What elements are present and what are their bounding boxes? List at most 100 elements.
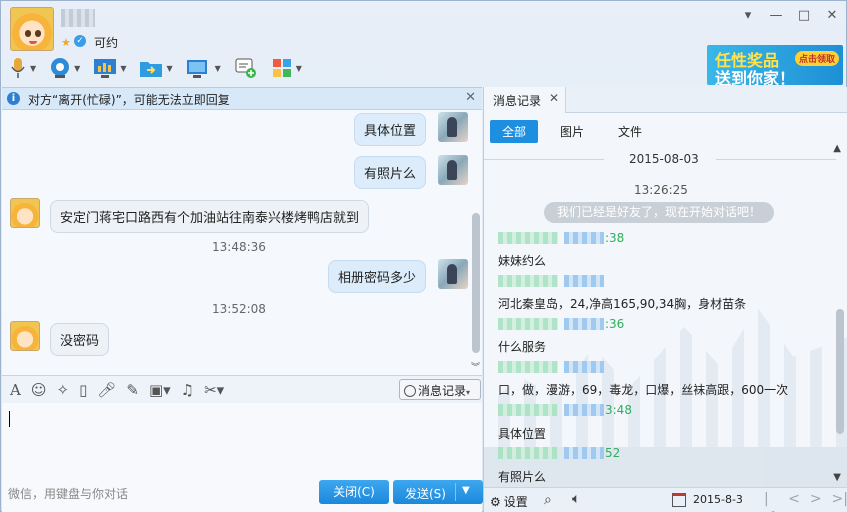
settings-label: 设置 [503,495,528,509]
my-avatar[interactable] [438,112,468,142]
close-notice-icon[interactable]: ✕ [465,90,476,105]
scroll-down-icon[interactable]: ︾ [471,360,480,373]
history-entry-meta: :36 [498,317,624,331]
chat-scrollbar[interactable] [472,213,480,353]
voice-call-button[interactable]: ▼ [9,57,36,79]
image-icon[interactable]: ▣▾ [149,381,171,399]
history-scrollbar[interactable] [836,309,844,434]
input-toolbar: A ☺ ✧ ▯ 🎤︎ ✎ ▣▾ ♫ ✂▾ 消息记录▾ [2,375,482,403]
contact-name-blurred [61,9,95,27]
history-entry-meta [498,360,604,374]
screen-share-button[interactable]: ▼ [186,57,221,79]
contact-avatar-small[interactable] [10,321,40,351]
scroll-down-icon[interactable]: ▼ [833,472,841,483]
history-button-label: 消息记录 [418,384,467,398]
message-timestamp: 13:48:36 [212,240,266,254]
clock-icon [404,385,416,397]
apps-grid-icon [272,59,291,77]
filter-images[interactable]: 图片 [548,120,596,143]
close-tab-icon[interactable]: ✕ [549,91,559,105]
chevron-down-icon[interactable]: ▼ [120,64,126,73]
voice-message-icon[interactable]: 🎤︎ [97,381,116,399]
menu-dropdown-icon[interactable]: ▾ [740,8,756,23]
prev-page-icon[interactable]: < [788,491,800,512]
history-entry-text: 妹妹约么 [498,254,547,268]
history-footer-date: 2015-8-3 [693,493,743,506]
chevron-down-icon[interactable]: ▼ [74,64,80,73]
search-icon[interactable]: ⌕ [544,492,552,508]
ad-claim-button[interactable]: 点击领取 [794,51,839,66]
history-panel: 消息记录 ✕ 全部 图片 文件 ▲ 2015-08-03 13:26:25 我们… [483,87,847,512]
message-timestamp: 13:52:08 [212,302,266,316]
video-call-button[interactable]: ▼ [49,57,80,79]
message-history-button[interactable]: 消息记录▾ [399,379,481,400]
chat-window: ★ ✓ 可约 ▾ — □ ✕ ▼ ▼ ▼ ▼ ▼ ▼ 任性奖品 送到你家！ 点击… [0,0,847,512]
chevron-down-icon[interactable]: ▼ [296,64,302,73]
send-button[interactable]: 发送(S) ▼ [393,480,483,504]
main-toolbar: ▼ ▼ ▼ ▼ ▼ ▼ [9,57,302,79]
next-page-icon[interactable]: > [810,491,822,512]
close-button[interactable]: 关闭(C) [319,480,389,504]
first-page-icon[interactable]: |< [764,491,778,512]
magic-wand-icon[interactable]: ✧ [56,381,69,399]
music-icon[interactable]: ♫ [181,381,194,399]
maximize-icon[interactable]: □ [796,8,812,23]
message-list[interactable]: 具体位置 有照片么 安定门蒋宅口路西有个加油站往南泰兴楼烤鸭店就到 13:48:… [2,110,470,376]
my-avatar[interactable] [438,155,468,185]
calendar-icon[interactable] [672,493,686,507]
message-bubble-contact: 没密码 [50,323,110,356]
history-entry-meta: 52 [498,446,620,460]
text-cursor [9,411,10,427]
chevron-down-icon[interactable]: ▼ [166,64,172,73]
history-entry-text: 河北秦皇岛，24,净高165,90,34胸，身材苗条 [498,297,747,311]
close-window-icon[interactable]: ✕ [824,8,840,23]
history-date: 2015-08-03 [629,152,699,166]
history-entry-text: 有照片么 [498,470,547,484]
screen-share-icon [186,60,207,78]
remote-desktop-button[interactable]: ▼ [93,57,126,79]
chevron-down-icon[interactable]: ▼ [30,64,36,73]
contact-avatar[interactable] [10,7,54,51]
notice-text: 对方“离开(忙碌)”，可能无法立即回复 [28,93,230,107]
send-file-button[interactable]: ▼ [139,57,173,79]
settings-button[interactable]: ⚙ 设置 [490,493,528,510]
emoji-icon[interactable]: ☺ [31,381,47,399]
last-page-icon[interactable]: >| [832,491,847,512]
speaker-icon[interactable]: 🔈︎ [572,491,580,507]
gear-icon: ⚙ [490,494,501,509]
screenshot-scissors-icon[interactable]: ✂▾ [204,381,224,399]
history-entry-text: 具体位置 [498,427,547,441]
filter-all[interactable]: 全部 [490,120,539,143]
header: ★ ✓ 可约 ▾ — □ ✕ ▼ ▼ ▼ ▼ ▼ ▼ 任性奖品 送到你家！ 点击… [1,1,847,87]
message-bubble-me: 相册密码多少 [327,260,426,293]
my-avatar[interactable] [438,259,468,289]
chevron-down-icon[interactable]: ▼ [215,64,221,73]
star-icon: ★ [61,36,71,49]
tab-message-history[interactable]: 消息记录 ✕ [484,87,566,113]
apps-button[interactable]: ▼ [271,57,302,79]
message-input[interactable]: 微信，用键盘与你对话 关闭(C) 发送(S) ▼ [2,403,483,512]
message-plus-icon [235,58,256,78]
chat-area: i 对方“离开(忙碌)”，可能无法立即回复 ✕ 具体位置 有照片么 安定门蒋宅口… [2,87,482,375]
send-button-label: 发送(S) [405,487,446,501]
ad-subtitle: 送到你家！ [715,69,796,85]
away-notice: i 对方“离开(忙碌)”，可能无法立即回复 ✕ [2,88,482,110]
filter-files[interactable]: 文件 [606,120,654,143]
minimize-icon[interactable]: — [768,8,784,23]
qq-status-icon: ✓ [74,35,86,47]
ad-banner[interactable]: 任性奖品 送到你家！ 点击领取 [707,45,843,85]
send-options-chevron-icon[interactable]: ▼ [462,485,470,496]
shake-window-icon[interactable]: ▯ [79,381,87,399]
info-icon: i [7,92,20,105]
microphone-icon [11,58,25,78]
monitor-chart-icon [94,59,117,78]
scroll-up-icon[interactable]: ▲ [833,143,841,154]
history-pagination: |< < > >| [764,491,847,512]
add-message-button[interactable] [234,57,258,79]
font-icon[interactable]: A [10,381,21,399]
message-bubble-me: 有照片么 [353,156,426,189]
system-message: 我们已经是好友了，现在开始对话吧！ [544,202,774,223]
history-entry-text: 口，做，漫游，69，毒龙，口爆，丝袜高跟，600一次 [498,383,789,397]
edit-icon[interactable]: ✎ [126,381,139,399]
contact-avatar-small[interactable] [10,198,40,228]
